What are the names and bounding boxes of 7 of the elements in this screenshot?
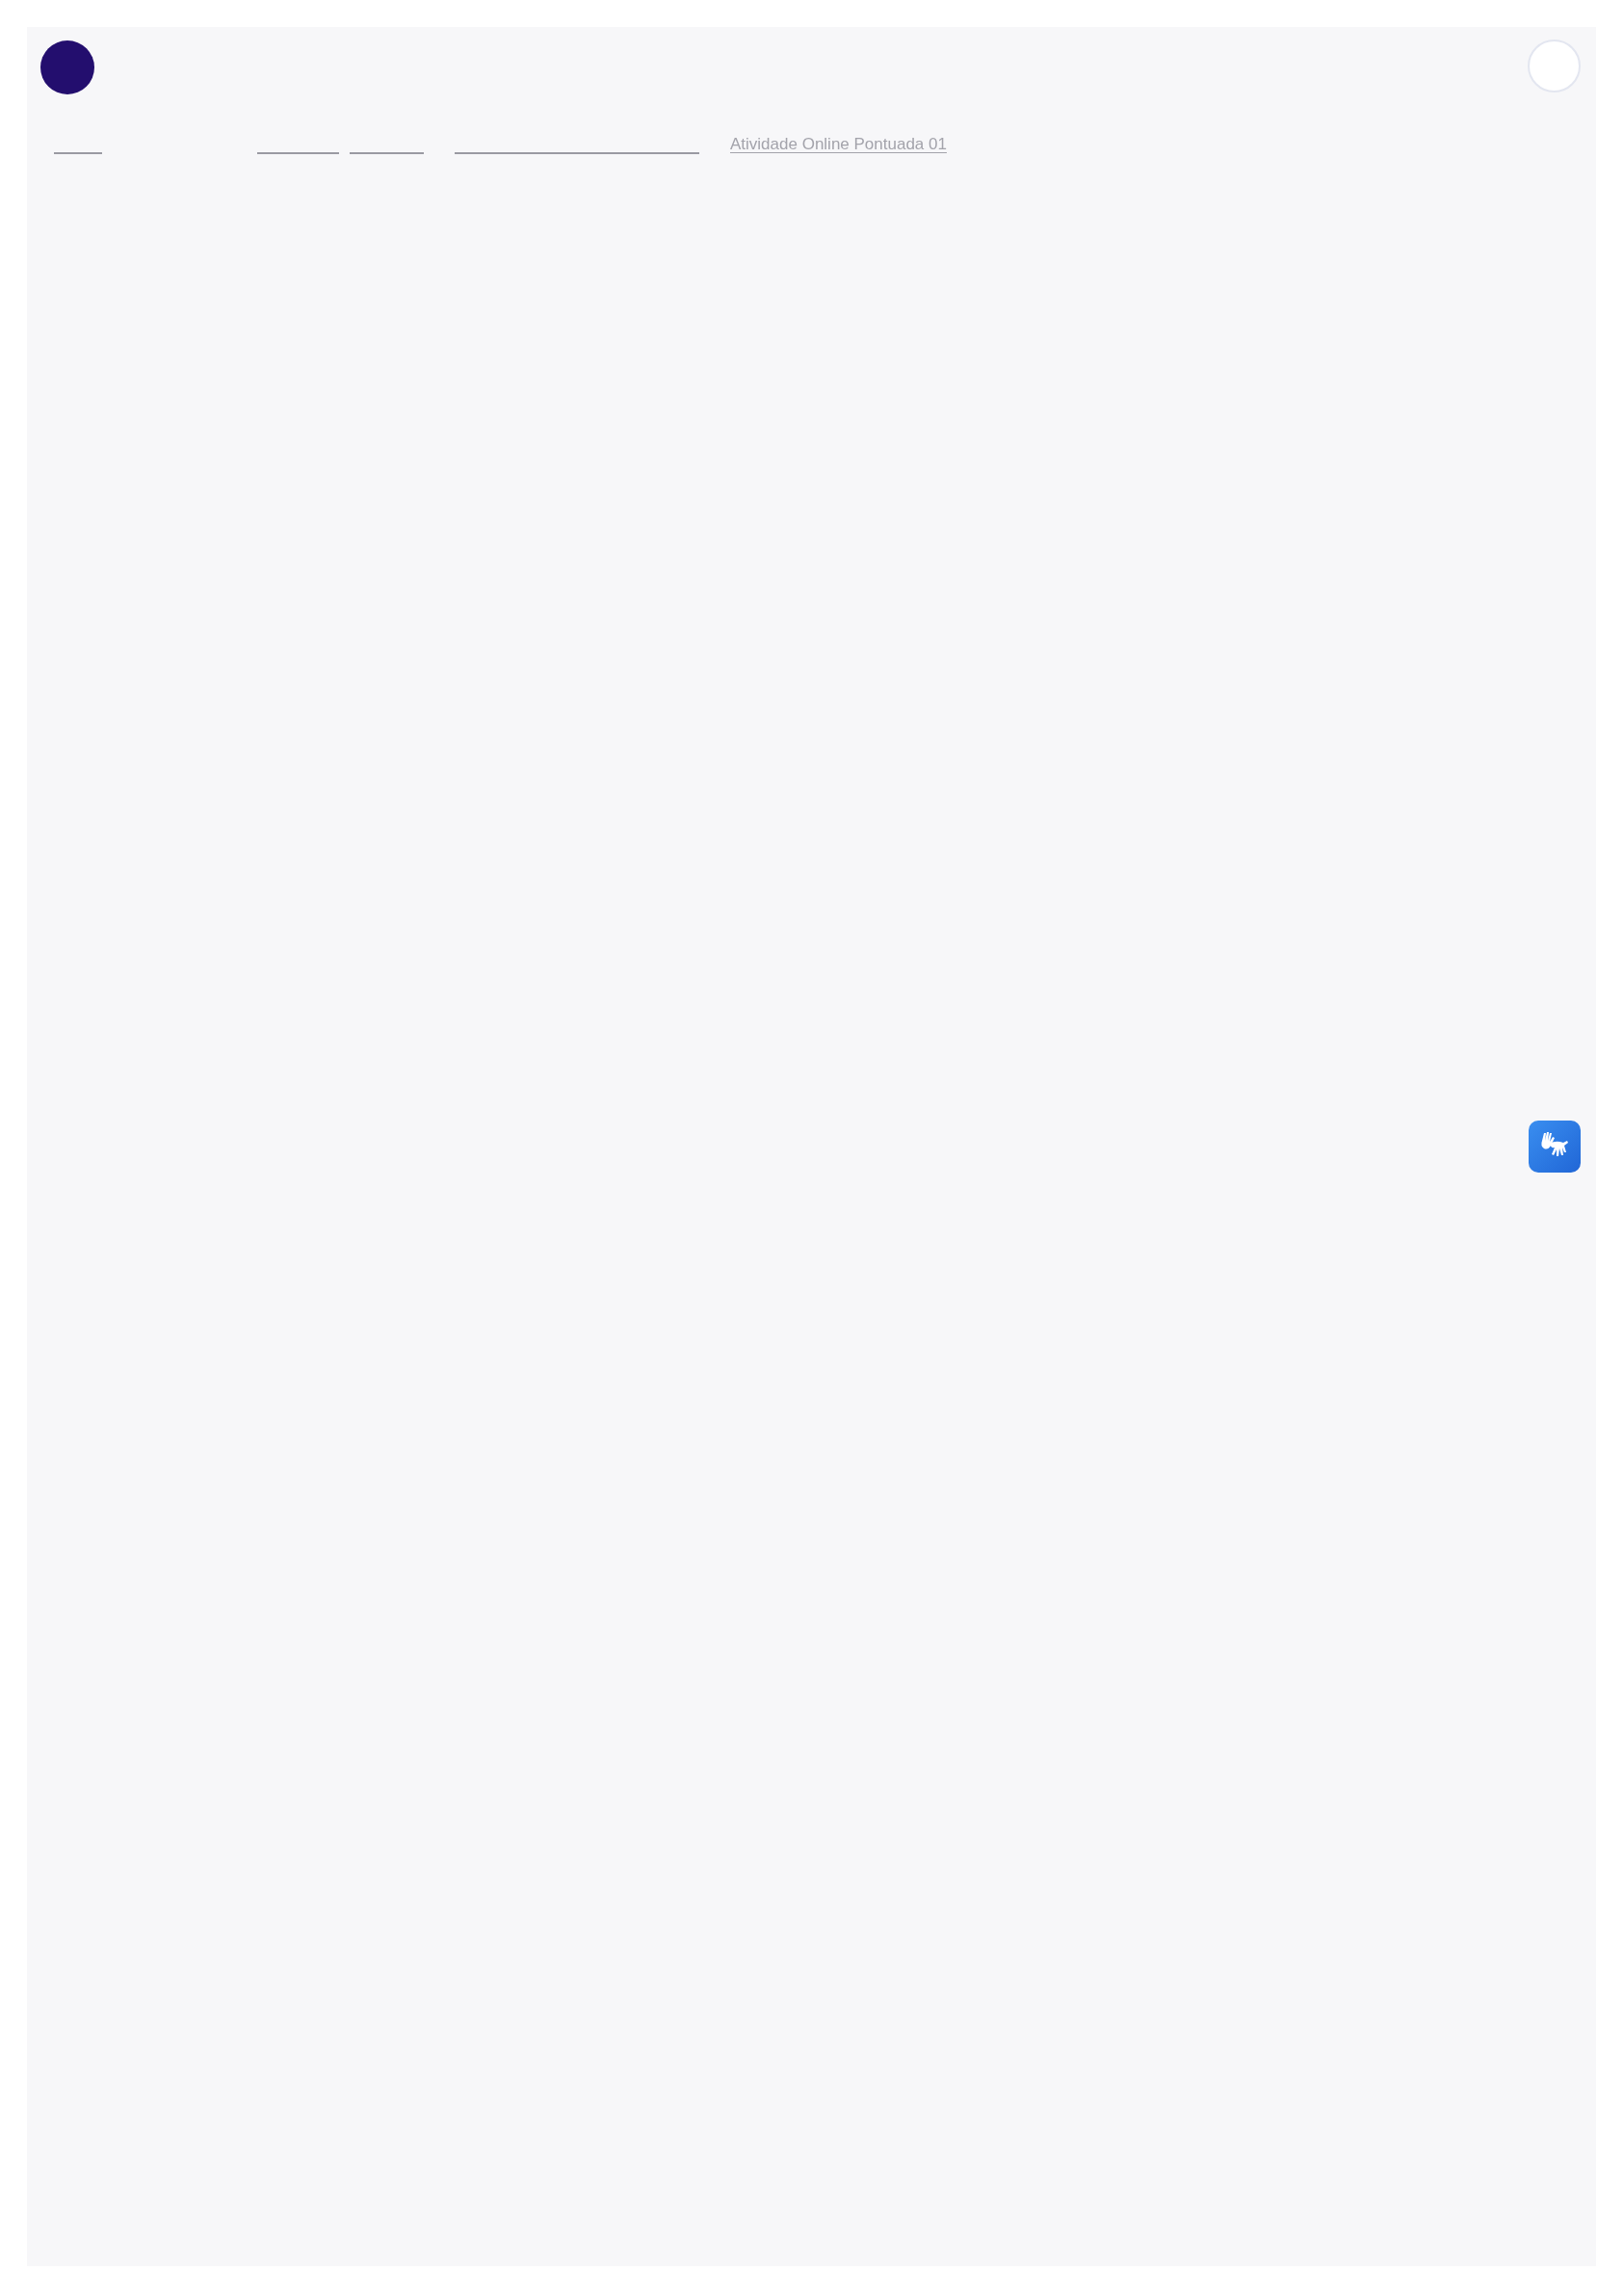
breadcrumb-link[interactable] xyxy=(455,152,699,154)
breadcrumb-link[interactable] xyxy=(54,152,102,154)
avatar[interactable] xyxy=(40,40,94,94)
sign-language-button[interactable] xyxy=(1529,1121,1581,1173)
breadcrumb-link[interactable] xyxy=(350,152,424,154)
breadcrumb-current[interactable]: Atividade Online Pontuada 01 xyxy=(730,135,947,154)
breadcrumb-link[interactable] xyxy=(257,152,339,154)
